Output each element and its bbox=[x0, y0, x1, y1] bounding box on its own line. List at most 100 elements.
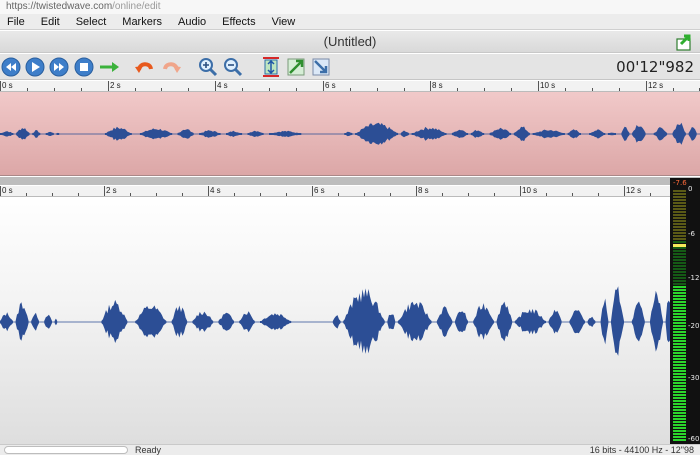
ruler-tick bbox=[457, 88, 458, 91]
meter-label-6: -6 bbox=[688, 230, 695, 238]
meter-segment bbox=[673, 394, 686, 396]
waveform-segment bbox=[607, 132, 616, 136]
splitter[interactable] bbox=[0, 177, 700, 185]
overview-time-ruler[interactable]: 0 s 2 s 4 s 6 s 8 s 10 s 12 s bbox=[0, 81, 700, 92]
ruler-tick bbox=[108, 81, 109, 91]
meter-segment bbox=[673, 247, 686, 249]
browser-url-bar[interactable]: https://twistedwave.com/online/edit bbox=[0, 0, 700, 14]
meter-segment bbox=[673, 412, 686, 414]
fast-forward-icon bbox=[49, 57, 69, 77]
menu-view[interactable]: View bbox=[264, 14, 304, 30]
ruler-tick bbox=[404, 88, 405, 91]
waveform-segment bbox=[589, 129, 606, 139]
ruler-tick bbox=[430, 81, 431, 91]
waveform-segment bbox=[632, 125, 646, 143]
ruler-tick bbox=[81, 88, 82, 91]
zoom-out-icon bbox=[224, 58, 243, 77]
meter-segment bbox=[673, 238, 686, 240]
meter-segment bbox=[673, 337, 686, 339]
meter-segment bbox=[673, 352, 686, 354]
meter-segment bbox=[673, 319, 686, 321]
ruler-tick bbox=[546, 193, 547, 196]
menu-edit[interactable]: Edit bbox=[33, 14, 68, 30]
meter-segment bbox=[673, 304, 686, 306]
ruler-tick bbox=[442, 193, 443, 196]
redo-icon bbox=[163, 62, 181, 73]
rewind-button[interactable] bbox=[0, 56, 22, 78]
waveform-segment bbox=[45, 131, 54, 136]
zoom-out-full-button[interactable] bbox=[310, 56, 332, 78]
ruler-tick bbox=[54, 88, 55, 91]
overview-waveform[interactable] bbox=[0, 92, 700, 176]
zoom-selection-button[interactable] bbox=[285, 56, 307, 78]
meter-segment bbox=[673, 298, 686, 300]
undo-button[interactable] bbox=[134, 56, 156, 78]
meter-segment bbox=[673, 424, 686, 426]
ruler-tick bbox=[286, 193, 287, 196]
meter-segment bbox=[673, 358, 686, 360]
waveform-segment bbox=[0, 312, 13, 332]
meter-segment bbox=[673, 349, 686, 351]
play-icon bbox=[25, 57, 45, 77]
meter-segment bbox=[673, 214, 686, 216]
meter-segment bbox=[673, 250, 686, 252]
waveform-segment bbox=[473, 303, 494, 340]
main-time-ruler[interactable]: 0 s 2 s 4 s 6 s 8 s 10 s 12 s bbox=[0, 186, 677, 197]
ruler-label: 10 s bbox=[540, 81, 556, 90]
waveform-segment bbox=[218, 312, 234, 331]
menu-select[interactable]: Select bbox=[68, 14, 115, 30]
audio-format-info: 16 bits - 44100 Hz - 12"98 bbox=[589, 445, 694, 455]
meter-segment bbox=[673, 418, 686, 420]
meter-segment bbox=[673, 376, 686, 378]
ruler-tick bbox=[104, 186, 105, 196]
zoom-selection-icon bbox=[287, 58, 305, 76]
play-button[interactable] bbox=[24, 56, 46, 78]
meter-segment bbox=[673, 265, 686, 267]
meter-segment bbox=[673, 364, 686, 366]
meter-segment bbox=[673, 283, 686, 285]
meter-segment bbox=[673, 382, 686, 384]
meter-segment bbox=[673, 430, 686, 432]
waveform-segment bbox=[650, 290, 663, 352]
zoom-out-button[interactable] bbox=[222, 56, 244, 78]
main-waveform[interactable] bbox=[0, 200, 670, 444]
menu-audio[interactable]: Audio bbox=[170, 14, 214, 30]
meter-segment bbox=[673, 271, 686, 273]
meter-segment bbox=[673, 286, 686, 288]
waveform-segment bbox=[688, 127, 697, 141]
ruler-tick bbox=[416, 186, 417, 196]
meter-segment bbox=[673, 370, 686, 372]
menu-effects[interactable]: Effects bbox=[214, 14, 263, 30]
zoom-in-button[interactable] bbox=[197, 56, 219, 78]
ruler-tick bbox=[52, 193, 53, 196]
export-icon[interactable] bbox=[675, 31, 695, 51]
stop-button[interactable] bbox=[73, 56, 95, 78]
menu-file[interactable]: File bbox=[0, 14, 33, 30]
waveform-segment bbox=[397, 301, 432, 342]
meter-segment bbox=[673, 301, 686, 303]
meter-segment bbox=[673, 241, 686, 243]
meter-segment bbox=[673, 295, 686, 297]
main-waveform-graphic bbox=[0, 286, 670, 356]
meter-segment bbox=[673, 355, 686, 357]
meter-label-12: -12 bbox=[688, 274, 700, 282]
ruler-tick bbox=[182, 193, 183, 196]
menu-bar: File Edit Select Markers Audio Effects V… bbox=[0, 14, 700, 30]
zoom-fit-button[interactable] bbox=[260, 56, 282, 78]
ruler-tick bbox=[624, 186, 625, 196]
ruler-tick bbox=[619, 88, 620, 91]
ruler-tick bbox=[156, 193, 157, 196]
waveform-segment bbox=[455, 311, 468, 333]
meter-segment bbox=[673, 400, 686, 402]
meter-segment bbox=[673, 388, 686, 390]
meter-segment bbox=[673, 313, 686, 315]
progress-bar bbox=[4, 446, 128, 454]
waveform-segment bbox=[631, 301, 645, 342]
go-to-cursor-button[interactable] bbox=[98, 56, 122, 78]
fast-forward-button[interactable] bbox=[48, 56, 70, 78]
ruler-tick bbox=[260, 193, 261, 196]
meter-segment bbox=[673, 436, 686, 438]
redo-button[interactable] bbox=[160, 56, 182, 78]
waveform-segment bbox=[31, 312, 39, 331]
menu-markers[interactable]: Markers bbox=[114, 14, 170, 30]
